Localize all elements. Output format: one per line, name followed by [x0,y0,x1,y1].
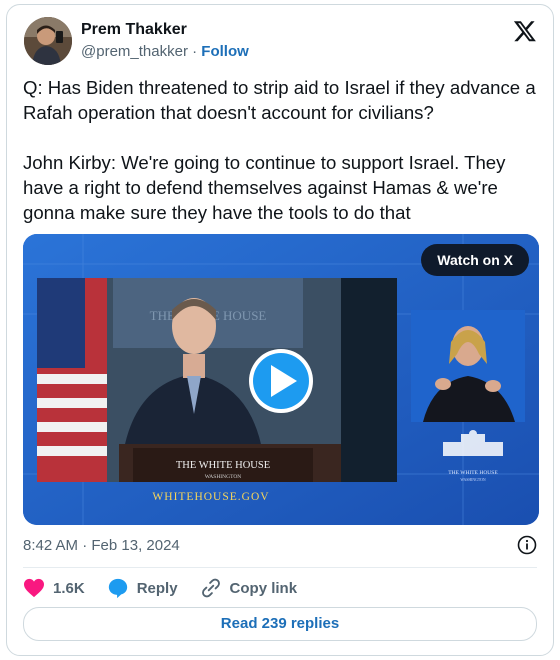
read-replies-button[interactable]: Read 239 replies [23,607,537,641]
podium-subtitle: WASHINGTON [205,474,242,480]
meta-separator: · [192,43,198,60]
author-name[interactable]: Prem Thakker [81,21,187,39]
like-count: 1.6K [53,579,85,597]
post-timestamp[interactable]: 8:42 AM · Feb 13, 2024 [23,537,180,554]
follow-button[interactable]: Follow [201,43,249,60]
podium-title: THE WHITE HOUSE [176,460,270,471]
copy-link-button[interactable]: Copy link [200,577,298,599]
watch-on-x-button[interactable]: Watch on X [421,244,529,276]
x-logo-icon[interactable] [513,19,537,43]
divider [23,567,537,568]
author-meta: @prem_thakker · Follow [81,43,249,60]
like-button[interactable]: 1.6K [23,578,85,598]
post-paragraph-2: John Kirby: We're going to continue to s… [23,152,506,223]
video-thumbnail: THE WHITE HOUSE THE WHITE HOUSE WASHINGT… [23,234,539,525]
reply-bubble-icon [108,578,127,599]
author-handle[interactable]: @prem_thakker [81,43,188,60]
logo-title: THE WHITE HOUSE [448,470,498,476]
tweet-card: Prem Thakker @prem_thakker · Follow Q: H… [6,4,554,656]
action-bar: 1.6K Reply Copy link [23,577,319,599]
avatar[interactable] [24,17,72,65]
reply-label: Reply [136,579,178,597]
copy-link-label: Copy link [229,579,298,597]
play-button[interactable] [249,349,313,413]
link-icon [201,578,220,598]
info-icon[interactable] [517,535,537,555]
logo-subtitle: WASHINGTON [460,478,485,482]
post-text: Q: Has Biden threatened to strip aid to … [23,75,538,225]
reply-button[interactable]: Reply [107,577,178,599]
video-player[interactable]: THE WHITE HOUSE THE WHITE HOUSE WASHINGT… [23,234,539,525]
post-paragraph-1: Q: Has Biden threatened to strip aid to … [23,77,536,123]
banner-url: WHITEHOUSE.GOV [152,491,269,503]
heart-icon [24,578,44,598]
